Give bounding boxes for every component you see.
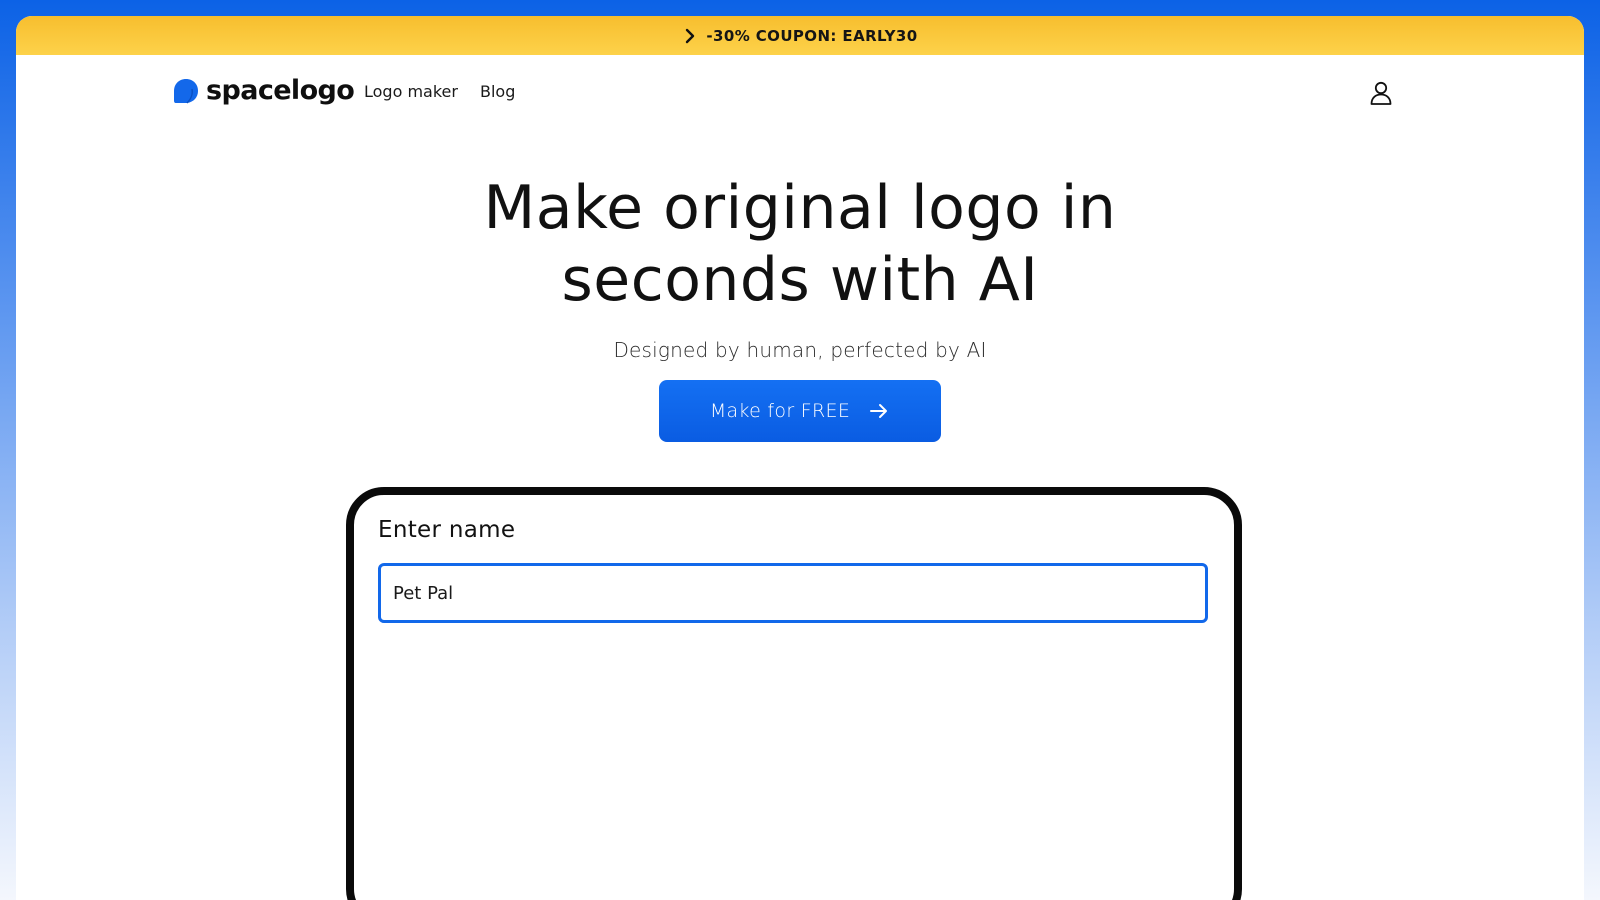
enter-name-label: Enter name xyxy=(378,517,516,543)
page-frame: -30% COUPON: EARLY30 spacelogo Logo make… xyxy=(16,16,1584,900)
cta-label: Make for FREE xyxy=(709,400,851,422)
nav-link-blog[interactable]: Blog xyxy=(480,82,515,101)
name-input[interactable] xyxy=(378,563,1208,623)
top-navigation: spacelogo Logo maker Blog xyxy=(16,55,1584,130)
nav-link-logo-maker[interactable]: Logo maker xyxy=(364,82,458,101)
brand-name: spacelogo xyxy=(206,75,355,106)
chevron-right-icon xyxy=(682,28,698,44)
spacelogo-mark-icon xyxy=(172,77,200,105)
hero-title: Make original logo in seconds with AI xyxy=(483,173,1117,315)
logo-generator-card: Enter name xyxy=(346,487,1242,900)
arrow-right-icon xyxy=(868,400,890,422)
hero-section: Make original logo in seconds with AI De… xyxy=(16,172,1584,442)
make-for-free-button[interactable]: Make for FREE xyxy=(659,380,941,442)
brand-logo[interactable]: spacelogo xyxy=(172,75,355,106)
hero-subtitle: Designed by human, perfected by AI xyxy=(613,338,987,362)
user-icon[interactable] xyxy=(1368,80,1394,106)
promo-banner[interactable]: -30% COUPON: EARLY30 xyxy=(16,16,1584,55)
promo-text: -30% COUPON: EARLY30 xyxy=(706,26,918,45)
